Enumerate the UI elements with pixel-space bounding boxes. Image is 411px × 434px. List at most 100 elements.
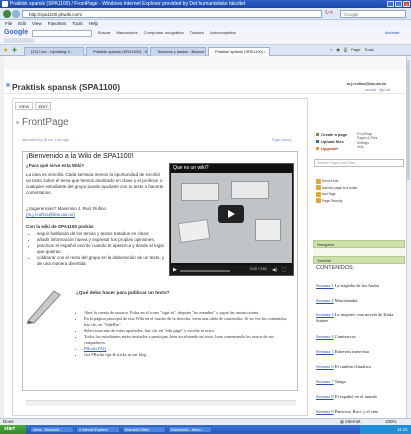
video-card-left (181, 183, 219, 201)
page-icon (16, 121, 19, 124)
lock-icon (316, 198, 321, 204)
page-meta: last edited by @ mrr 1 mo ago (22, 138, 69, 142)
menu-file[interactable]: File (5, 20, 12, 27)
list-item: Semana 7 Tango (316, 379, 346, 384)
list-item: Semana 2 Marcianadas (316, 298, 358, 303)
scrollbar-thumb[interactable] (407, 60, 410, 180)
page-top-band (4, 56, 406, 70)
navigator-body (313, 248, 405, 256)
globe-icon: ◍ (340, 419, 344, 424)
tab-tecnicas[interactable]: Tecnicas y laudar - Buscar... (150, 47, 206, 56)
wiki-bullet-icon (6, 83, 10, 87)
navigator-header[interactable]: Navigator (313, 240, 405, 248)
favorites-star-icon[interactable]: ★ (3, 47, 8, 54)
zoom-level[interactable]: 100% (385, 419, 397, 424)
feeds-icon[interactable]: ◉ (336, 47, 340, 52)
taskbar-item-ie[interactable]: 2 Internet Explorer (76, 426, 120, 433)
add-favorites-icon[interactable]: ✚ (12, 47, 17, 54)
page-menu[interactable]: Page (351, 47, 360, 52)
upload-files-link[interactable]: Upload files (321, 139, 344, 144)
video-volume-icon[interactable]: ◀) (272, 267, 277, 273)
tag-icon (316, 191, 321, 197)
tools-menu[interactable]: Tools (364, 47, 373, 52)
menu-bar: File Edit View Favorites Tools Help (0, 20, 411, 27)
video-fullscreen-icon[interactable]: ⛶ (282, 267, 285, 272)
upgrade-link[interactable]: Upgrade! (321, 146, 339, 151)
taskbar-item-word[interactable]: Document1 - Micro... (168, 426, 212, 433)
window-title: Praktisk spansk (SPA1100) / FrontPage - … (10, 1, 246, 7)
intro-paragraph: La idea es sencilla. Cada semana iremos … (26, 172, 164, 195)
tab-praktisk-active[interactable]: Praktisk spansk (SPA1100) / ... (208, 47, 270, 56)
upload-files-icon (316, 140, 319, 143)
list-item: Semana 3 La mujeres: una novela de Karla… (316, 312, 394, 323)
google-spellcheck[interactable]: Comprobar ortográfica (144, 30, 184, 35)
sidebar-item-help[interactable]: Help (357, 145, 403, 149)
refresh-stop-icon[interactable]: ↻✕ (325, 10, 337, 18)
video-frame[interactable] (171, 173, 292, 263)
google-logo: Google (4, 29, 29, 36)
list-item[interactable]: Get PBwiki tips & tricks in our blog (84, 352, 292, 358)
google-autofill[interactable]: Autocompletar (210, 30, 236, 35)
create-page-icon (316, 133, 319, 136)
tab-live[interactable]: (22) Live - Updating V... (24, 47, 84, 56)
tab-praktisk-1[interactable]: Praktisk spansk (SPA1100) - S... (86, 47, 148, 56)
intro-heading: ¡Bienvenido a la Wiki de SPA1100! (26, 153, 134, 160)
user-account-links[interactable]: account · sign out (365, 88, 390, 92)
wiki-site-title[interactable]: Praktisk spansk (SPA1100) (12, 82, 120, 92)
taskbar-item-inbox[interactable]: Inbox - Microsoft... (30, 426, 74, 433)
menu-favorites[interactable]: Favorites (48, 20, 67, 27)
close-button[interactable]: x (403, 1, 410, 7)
back-icon[interactable] (3, 10, 11, 18)
list-item: Semana 6 El cambio climático (316, 364, 371, 369)
sidebar-header[interactable]: SideBar (313, 256, 405, 264)
create-page-link[interactable]: Create a page (321, 132, 347, 137)
list-item: En la página principal de esta Wiki en e… (84, 316, 292, 328)
list-item: Semana 4 Camisacros (316, 334, 356, 339)
print-icon[interactable]: ⎙ (344, 47, 347, 52)
suggestions-email-link[interactable]: (m.j.r.rufino@ilos.uio.no) (26, 212, 75, 217)
google-search-input[interactable] (32, 30, 92, 37)
page-security-item[interactable]: Page Security (316, 198, 404, 205)
google-toolbar-items: Buscar Marcadores Comprobar ortográfica … (98, 30, 236, 35)
pen-icon (24, 285, 68, 325)
sidebar-right-links: FrontPage Pages & Files Settings Help (357, 132, 403, 150)
start-button[interactable]: start (0, 425, 26, 434)
window-controls: _ □ x (387, 1, 410, 7)
contents-heading: CONTENIDOS: (316, 265, 355, 271)
page-actions-list: Send a link Add this page to a folder Ad… (316, 178, 404, 204)
maximize-button[interactable]: □ (395, 1, 402, 7)
google-bookmarks[interactable]: Marcadores (116, 30, 137, 35)
menu-view[interactable]: View (32, 20, 42, 27)
minimize-button[interactable]: _ (387, 1, 394, 7)
browser-search-input[interactable]: Google (340, 10, 406, 18)
google-translate[interactable]: Traducir (190, 30, 205, 35)
page-title: FrontPage (22, 117, 69, 128)
list-item: Semana 5 Entrevist intervista (316, 349, 369, 354)
tab-edit[interactable]: EDIT (35, 102, 51, 110)
page-history-link[interactable]: Page history (272, 138, 291, 142)
contents-list: Semana 1 La tragedia de los Andes Semana… (316, 278, 406, 419)
list-item: Semana 1 La tragedia de los Andes (316, 283, 380, 288)
system-tray: 11:21 (360, 425, 411, 434)
upgrade-icon (316, 147, 319, 150)
address-input[interactable]: http://spa1100.pbwiki.com/ (22, 10, 322, 18)
video-progress-bar[interactable] (180, 270, 230, 272)
user-email: m.j.r.rufino@ilos.uio.no (347, 82, 386, 86)
wiki-search-input[interactable]: Search Pages and Files (314, 159, 404, 167)
google-signin-link[interactable]: Acceder (385, 30, 400, 35)
menu-edit[interactable]: Edit (18, 20, 26, 27)
status-text: Done (3, 419, 14, 424)
publish-heading: ¿Qué debo hacer para publicar un texto? (76, 291, 170, 296)
video-play-small-icon[interactable]: ▶ (173, 267, 177, 273)
menu-tools[interactable]: Tools (72, 20, 83, 27)
tab-view[interactable]: VIEW (15, 102, 33, 110)
forward-icon[interactable] (12, 10, 20, 18)
video-card-corner (255, 219, 281, 241)
google-buscar[interactable]: Buscar (98, 30, 110, 35)
ie-icon (2, 1, 8, 7)
play-button[interactable] (218, 205, 244, 223)
menu-help[interactable]: Help (89, 20, 98, 27)
home-icon[interactable]: ⌂ (330, 47, 332, 52)
taskbar-item-office[interactable]: Microsoft Office (122, 426, 166, 433)
list-item: colaborar con el resto del grupo en la e… (37, 255, 166, 267)
